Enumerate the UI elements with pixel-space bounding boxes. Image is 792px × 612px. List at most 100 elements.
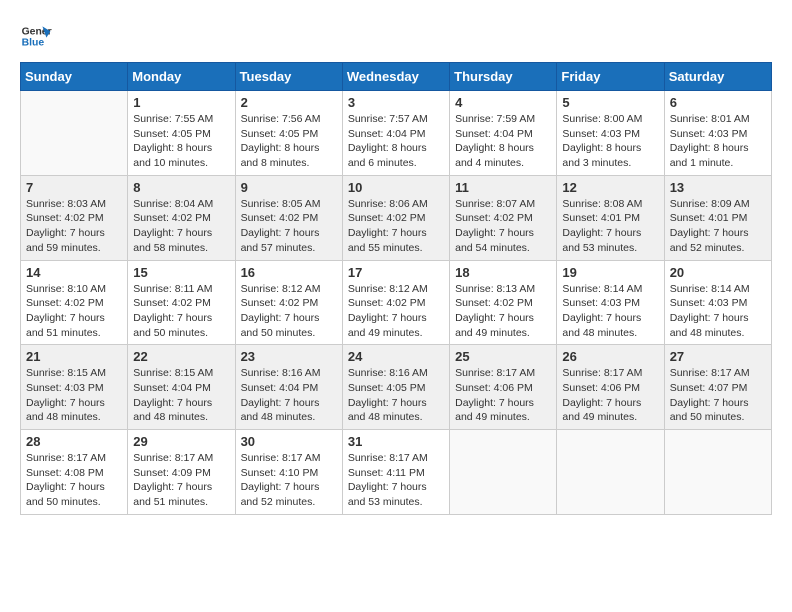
day-number: 28 [26, 434, 122, 449]
day-number: 29 [133, 434, 229, 449]
weekday-header: Saturday [664, 63, 771, 91]
day-number: 24 [348, 349, 444, 364]
day-info: Sunrise: 8:17 AMSunset: 4:07 PMDaylight:… [670, 366, 766, 425]
day-info: Sunrise: 8:07 AMSunset: 4:02 PMDaylight:… [455, 197, 551, 256]
day-number: 1 [133, 95, 229, 110]
day-info: Sunrise: 8:01 AMSunset: 4:03 PMDaylight:… [670, 112, 766, 171]
day-number: 16 [241, 265, 337, 280]
day-info: Sunrise: 8:00 AMSunset: 4:03 PMDaylight:… [562, 112, 658, 171]
calendar-week-row: 14 Sunrise: 8:10 AMSunset: 4:02 PMDayligh… [21, 260, 772, 345]
day-info: Sunrise: 8:17 AMSunset: 4:09 PMDaylight:… [133, 451, 229, 510]
day-info: Sunrise: 8:10 AMSunset: 4:02 PMDaylight:… [26, 282, 122, 341]
day-info: Sunrise: 8:11 AMSunset: 4:02 PMDaylight:… [133, 282, 229, 341]
day-number: 21 [26, 349, 122, 364]
calendar-week-row: 28 Sunrise: 8:17 AMSunset: 4:08 PMDayligh… [21, 430, 772, 515]
calendar-cell: 12 Sunrise: 8:08 AMSunset: 4:01 PMDayligh… [557, 175, 664, 260]
day-number: 26 [562, 349, 658, 364]
calendar-cell: 26 Sunrise: 8:17 AMSunset: 4:06 PMDayligh… [557, 345, 664, 430]
day-info: Sunrise: 7:59 AMSunset: 4:04 PMDaylight:… [455, 112, 551, 171]
day-number: 15 [133, 265, 229, 280]
calendar-cell: 31 Sunrise: 8:17 AMSunset: 4:11 PMDayligh… [342, 430, 449, 515]
calendar-cell: 15 Sunrise: 8:11 AMSunset: 4:02 PMDayligh… [128, 260, 235, 345]
day-number: 10 [348, 180, 444, 195]
weekday-header: Sunday [21, 63, 128, 91]
day-number: 30 [241, 434, 337, 449]
svg-text:Blue: Blue [22, 38, 45, 49]
calendar-cell [557, 430, 664, 515]
day-info: Sunrise: 8:08 AMSunset: 4:01 PMDaylight:… [562, 197, 658, 256]
calendar-cell: 24 Sunrise: 8:16 AMSunset: 4:05 PMDayligh… [342, 345, 449, 430]
page-header: General Blue [20, 20, 772, 52]
day-info: Sunrise: 8:04 AMSunset: 4:02 PMDaylight:… [133, 197, 229, 256]
calendar-cell: 22 Sunrise: 8:15 AMSunset: 4:04 PMDayligh… [128, 345, 235, 430]
calendar-cell: 4Sunrise: 7:59 AMSunset: 4:04 PMDaylight… [450, 91, 557, 176]
day-number: 18 [455, 265, 551, 280]
day-number: 22 [133, 349, 229, 364]
day-info: Sunrise: 8:16 AMSunset: 4:05 PMDaylight:… [348, 366, 444, 425]
calendar-week-row: 1 Sunrise: 7:55 AMSunset: 4:05 PMDaylight… [21, 91, 772, 176]
calendar-cell: 13 Sunrise: 8:09 AMSunset: 4:01 PMDayligh… [664, 175, 771, 260]
day-number: 12 [562, 180, 658, 195]
day-info: Sunrise: 8:16 AMSunset: 4:04 PMDaylight:… [241, 366, 337, 425]
calendar-cell [450, 430, 557, 515]
day-number: 9 [241, 180, 337, 195]
day-info: Sunrise: 8:05 AMSunset: 4:02 PMDaylight:… [241, 197, 337, 256]
day-info: Sunrise: 7:55 AMSunset: 4:05 PMDaylight:… [133, 112, 229, 171]
calendar-cell: 14 Sunrise: 8:10 AMSunset: 4:02 PMDayligh… [21, 260, 128, 345]
calendar-cell: 30 Sunrise: 8:17 AMSunset: 4:10 PMDayligh… [235, 430, 342, 515]
calendar-cell: 20 Sunrise: 8:14 AMSunset: 4:03 PMDayligh… [664, 260, 771, 345]
calendar-cell [664, 430, 771, 515]
day-info: Sunrise: 8:14 AMSunset: 4:03 PMDaylight:… [670, 282, 766, 341]
day-info: Sunrise: 8:06 AMSunset: 4:02 PMDaylight:… [348, 197, 444, 256]
calendar-cell: 27 Sunrise: 8:17 AMSunset: 4:07 PMDayligh… [664, 345, 771, 430]
day-number: 20 [670, 265, 766, 280]
calendar-cell: 29 Sunrise: 8:17 AMSunset: 4:09 PMDayligh… [128, 430, 235, 515]
calendar-cell: 25Sunrise: 8:17 AMSunset: 4:06 PMDayligh… [450, 345, 557, 430]
calendar-cell: 8 Sunrise: 8:04 AMSunset: 4:02 PMDaylight… [128, 175, 235, 260]
day-info: Sunrise: 8:13 AMSunset: 4:02 PMDaylight:… [455, 282, 551, 341]
day-number: 19 [562, 265, 658, 280]
calendar-cell: 11 Sunrise: 8:07 AMSunset: 4:02 PMDayligh… [450, 175, 557, 260]
day-number: 13 [670, 180, 766, 195]
weekday-header: Friday [557, 63, 664, 91]
day-number: 31 [348, 434, 444, 449]
day-info: Sunrise: 8:03 AMSunset: 4:02 PMDaylight:… [26, 197, 122, 256]
calendar-cell: 6Sunrise: 8:01 AMSunset: 4:03 PMDaylight… [664, 91, 771, 176]
day-number: 8 [133, 180, 229, 195]
day-number: 3 [348, 95, 444, 110]
day-info: Sunrise: 8:14 AMSunset: 4:03 PMDaylight:… [562, 282, 658, 341]
day-info: Sunrise: 8:09 AMSunset: 4:01 PMDaylight:… [670, 197, 766, 256]
logo-icon: General Blue [20, 20, 52, 52]
calendar-body: 1 Sunrise: 7:55 AMSunset: 4:05 PMDaylight… [21, 91, 772, 515]
day-number: 2 [241, 95, 337, 110]
calendar-cell: 9 Sunrise: 8:05 AMSunset: 4:02 PMDaylight… [235, 175, 342, 260]
calendar-cell: 7 Sunrise: 8:03 AMSunset: 4:02 PMDaylight… [21, 175, 128, 260]
calendar-week-row: 7 Sunrise: 8:03 AMSunset: 4:02 PMDaylight… [21, 175, 772, 260]
calendar-cell [21, 91, 128, 176]
day-info: Sunrise: 8:12 AMSunset: 4:02 PMDaylight:… [241, 282, 337, 341]
day-number: 11 [455, 180, 551, 195]
calendar-cell: 28 Sunrise: 8:17 AMSunset: 4:08 PMDayligh… [21, 430, 128, 515]
day-info: Sunrise: 8:15 AMSunset: 4:04 PMDaylight:… [133, 366, 229, 425]
day-info: Sunrise: 8:17 AMSunset: 4:11 PMDaylight:… [348, 451, 444, 510]
day-info: Sunrise: 8:17 AMSunset: 4:06 PMDaylight:… [562, 366, 658, 425]
day-number: 14 [26, 265, 122, 280]
calendar-cell: 10 Sunrise: 8:06 AMSunset: 4:02 PMDayligh… [342, 175, 449, 260]
weekday-header: Monday [128, 63, 235, 91]
day-number: 7 [26, 180, 122, 195]
day-info: Sunrise: 8:17 AMSunset: 4:08 PMDaylight:… [26, 451, 122, 510]
day-info: Sunrise: 8:12 AMSunset: 4:02 PMDaylight:… [348, 282, 444, 341]
day-info: Sunrise: 8:17 AMSunset: 4:10 PMDaylight:… [241, 451, 337, 510]
calendar-cell: 5Sunrise: 8:00 AMSunset: 4:03 PMDaylight… [557, 91, 664, 176]
day-info: Sunrise: 7:56 AMSunset: 4:05 PMDaylight:… [241, 112, 337, 171]
day-number: 27 [670, 349, 766, 364]
calendar-cell: 18 Sunrise: 8:13 AMSunset: 4:02 PMDayligh… [450, 260, 557, 345]
weekday-header: Thursday [450, 63, 557, 91]
logo: General Blue [20, 20, 52, 52]
day-number: 23 [241, 349, 337, 364]
calendar-cell: 21Sunrise: 8:15 AMSunset: 4:03 PMDayligh… [21, 345, 128, 430]
calendar-cell: 17Sunrise: 8:12 AMSunset: 4:02 PMDayligh… [342, 260, 449, 345]
day-info: Sunrise: 8:17 AMSunset: 4:06 PMDaylight:… [455, 366, 551, 425]
day-info: Sunrise: 7:57 AMSunset: 4:04 PMDaylight:… [348, 112, 444, 171]
calendar-cell: 2 Sunrise: 7:56 AMSunset: 4:05 PMDaylight… [235, 91, 342, 176]
